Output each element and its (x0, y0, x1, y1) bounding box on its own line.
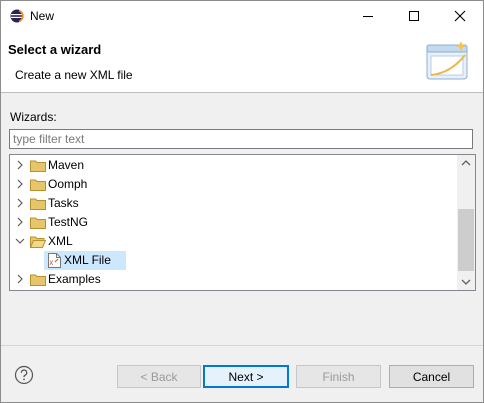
tree-item-label: Maven (48, 158, 85, 172)
eclipse-icon (10, 9, 24, 23)
back-button[interactable]: < Back (117, 365, 201, 388)
tree-item-xml[interactable]: XML (10, 232, 457, 251)
chevron-right-icon[interactable] (15, 217, 25, 227)
tree-item-testng[interactable]: TestNG (10, 213, 457, 232)
xml-file-icon: X (48, 253, 61, 268)
chevron-down-icon[interactable] (15, 236, 25, 246)
tree-item-label: XML (48, 234, 73, 248)
tree-item-label: Tasks (48, 196, 79, 210)
page-title: Select a wizard (8, 42, 102, 57)
close-icon (454, 10, 466, 22)
page-description: Create a new XML file (15, 68, 133, 82)
minimize-icon (363, 16, 373, 17)
tree-item-label: Oomph (48, 177, 88, 191)
folder-icon (30, 198, 46, 210)
help-icon[interactable] (14, 365, 34, 385)
wizard-header: Select a wizard Create a new XML file (1, 31, 483, 93)
next-button[interactable]: Next > (203, 365, 289, 388)
maximize-button[interactable] (391, 1, 437, 31)
wizard-tree[interactable]: Maven Oomph Tasks TestNG XML X XML File … (9, 154, 476, 291)
maximize-icon (409, 11, 419, 21)
tree-item-tasks[interactable]: Tasks (10, 194, 457, 213)
tree-item-oomph[interactable]: Oomph (10, 175, 457, 194)
tree-item-maven[interactable]: Maven (10, 156, 457, 175)
window-title: New (30, 9, 55, 23)
cancel-button[interactable]: Cancel (389, 365, 474, 388)
folder-icon (30, 160, 46, 172)
vertical-scrollbar[interactable] (457, 155, 475, 290)
chevron-right-icon[interactable] (15, 160, 25, 170)
scrollbar-thumb[interactable] (458, 209, 474, 271)
tree-item-xml-file[interactable]: X XML File (10, 251, 457, 270)
tree-item-label: XML File (64, 253, 111, 267)
filter-input[interactable] (9, 129, 473, 149)
folder-icon (30, 217, 46, 229)
finish-button[interactable]: Finish (296, 365, 381, 388)
title-bar[interactable]: New (1, 1, 483, 31)
folder-icon (30, 179, 46, 191)
folder-icon (30, 274, 46, 286)
tree-item-label: Examples (48, 272, 101, 286)
tree-item-label: TestNG (48, 215, 89, 229)
close-button[interactable] (437, 1, 483, 31)
button-bar-divider (1, 345, 483, 346)
chevron-right-icon[interactable] (15, 179, 25, 189)
new-wizard-dialog: New Select a wizard Create a new XML fil… (0, 0, 484, 403)
chevron-right-icon[interactable] (15, 198, 25, 208)
tree-item-examples[interactable]: Examples (10, 270, 457, 289)
chevron-right-icon[interactable] (15, 274, 25, 284)
scroll-down-icon[interactable] (457, 273, 475, 290)
minimize-button[interactable] (345, 1, 391, 31)
open-folder-icon (30, 236, 46, 248)
scroll-up-icon[interactable] (457, 155, 475, 172)
new-wizard-banner-icon (426, 41, 468, 80)
wizards-label: Wizards: (10, 110, 57, 124)
svg-text:X: X (50, 260, 54, 267)
